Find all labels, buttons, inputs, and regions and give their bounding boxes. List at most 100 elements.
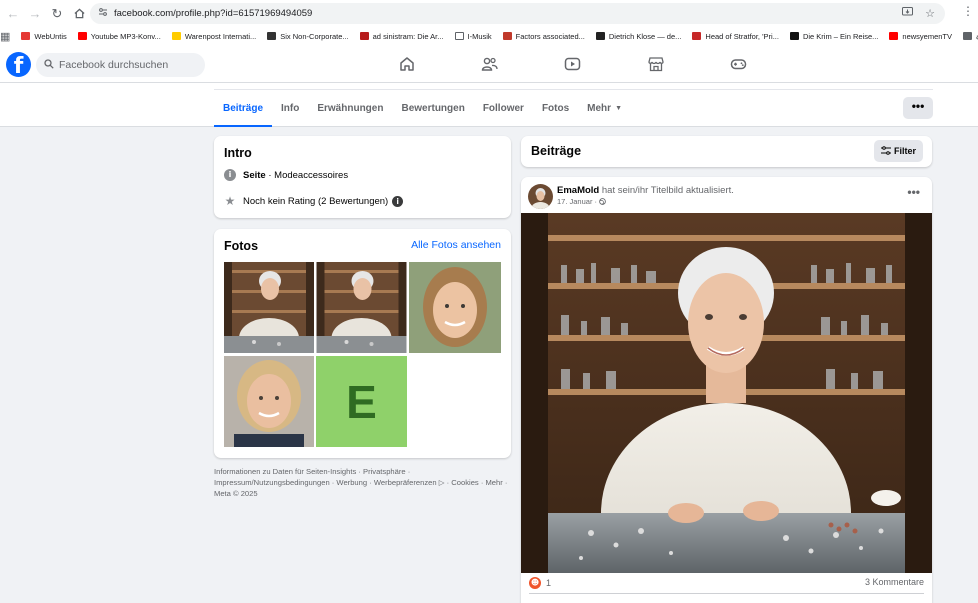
- post-date[interactable]: 17. Januar ·: [557, 197, 597, 206]
- photos-card: Fotos Alle Fotos ansehen E: [214, 229, 511, 458]
- filter-sliders-icon: [880, 145, 891, 157]
- bookmark-item[interactable]: Die Krim – Ein Reise...: [789, 32, 878, 41]
- avatar-image: [528, 184, 553, 209]
- post-cover-image[interactable]: [521, 213, 932, 573]
- bookmark-favicon-icon: [77, 32, 87, 40]
- search-icon: [44, 58, 54, 72]
- tab-beitr-ge[interactable]: Beiträge: [214, 90, 273, 127]
- bookmark-label: newsyemenTV: [902, 31, 953, 41]
- tab-label: Follower: [482, 102, 524, 114]
- main-navigation: [365, 45, 780, 83]
- page-footer-links[interactable]: Informationen zu Daten für Seiten-Insigh…: [214, 466, 509, 499]
- bookmark-favicon-icon: [789, 32, 799, 40]
- filter-label: Filter: [893, 146, 916, 156]
- apps-grid-icon[interactable]: ▦: [0, 30, 10, 43]
- post-options-button[interactable]: •••: [907, 185, 920, 199]
- search-box[interactable]: [36, 53, 205, 77]
- bookmark-label: Six Non-Corporate...: [280, 31, 349, 41]
- tab-label: Erwähnungen: [317, 102, 384, 114]
- tab-follower[interactable]: Follower: [474, 90, 533, 126]
- site-info-icon[interactable]: [98, 7, 108, 20]
- photo-thumbnail[interactable]: [224, 356, 314, 447]
- bookmark-favicon-icon: [454, 32, 464, 40]
- rating-info-icon[interactable]: i: [392, 195, 404, 207]
- facebook-header: f: [0, 45, 978, 83]
- tab-mehr[interactable]: Mehr ▼: [578, 90, 631, 126]
- caret-down-icon: ▼: [615, 104, 622, 112]
- filter-button[interactable]: Filter: [874, 140, 923, 162]
- bookmark-item[interactable]: Head of Stratfor, 'Pri...: [692, 32, 779, 41]
- nav-home[interactable]: [365, 45, 448, 83]
- intro-rating-text[interactable]: Noch kein Rating (2 Bewertungen): [243, 196, 388, 207]
- bookmark-label: ad sinistram: Die Ar...: [372, 31, 444, 41]
- photo-letter-tile[interactable]: E: [316, 356, 407, 447]
- nav-friends[interactable]: [448, 45, 531, 83]
- photos-title: Fotos: [224, 239, 259, 253]
- angry-reaction-icon: ☻: [529, 577, 541, 589]
- bookmark-favicon-icon: [267, 32, 277, 40]
- bookmark-item[interactable]: Warenpost Internati...: [171, 32, 256, 41]
- see-all-photos-link[interactable]: Alle Fotos ansehen: [411, 239, 501, 251]
- tab-label: Fotos: [541, 102, 570, 114]
- install-app-icon[interactable]: [902, 7, 914, 20]
- bookmark-label: Head of Stratfor, 'Pri...: [705, 31, 779, 41]
- tab-bewertungen[interactable]: Bewertungen: [392, 90, 473, 126]
- facebook-logo-icon[interactable]: f: [6, 52, 31, 77]
- tab-fotos[interactable]: Fotos: [533, 90, 578, 126]
- comments-count-link[interactable]: 3 Kommentare: [865, 577, 924, 587]
- info-icon: i: [224, 169, 236, 181]
- bookmark-favicon-icon: [889, 32, 899, 40]
- photo-thumbnail[interactable]: [316, 262, 407, 353]
- bookmark-item[interactable]: Six Non-Corporate...: [267, 31, 349, 41]
- avatar[interactable]: [528, 184, 553, 209]
- home-icon: [399, 57, 414, 71]
- nav-marketplace[interactable]: [614, 45, 697, 83]
- browser-toolbar: ← → ↻ facebook.com/profile.php?id=615719…: [0, 0, 978, 27]
- bookmark-star-icon[interactable]: ☆: [925, 7, 935, 20]
- forward-icon[interactable]: →: [24, 3, 46, 25]
- bookmarks-bar: ▦ WebUntis Youtube MP3-Konv... Warenpost I…: [0, 27, 978, 45]
- browser-menu-icon[interactable]: ⋮: [958, 4, 978, 18]
- back-icon[interactable]: ←: [2, 3, 24, 25]
- bookmark-favicon-icon: [359, 32, 369, 40]
- bookmark-label: Factors associated...: [515, 31, 585, 41]
- video-icon: [564, 57, 581, 71]
- tab-label: Info: [281, 102, 300, 114]
- post-action-text: hat sein/ihr Titelbild aktualisiert.: [599, 185, 734, 196]
- reload-icon[interactable]: ↻: [46, 3, 68, 25]
- profile-more-button[interactable]: •••: [903, 97, 933, 119]
- search-input[interactable]: [59, 59, 189, 71]
- friends-icon: [481, 57, 498, 71]
- url-text[interactable]: facebook.com/profile.php?id=615719694940…: [114, 8, 312, 19]
- nav-gaming[interactable]: [697, 45, 780, 83]
- bookmark-item[interactable]: ad sinistram: Die Ar...: [359, 31, 444, 41]
- tab-label: Bewertungen: [401, 102, 465, 114]
- bookmark-favicon-icon: [21, 32, 31, 40]
- photo-thumbnail[interactable]: [224, 262, 314, 353]
- bookmark-item[interactable]: newsyemenTV: [889, 32, 952, 41]
- bookmark-label: Youtube MP3-Konv...: [90, 31, 161, 41]
- bookmark-favicon-icon: [692, 32, 702, 40]
- bookmark-favicon-icon: [171, 32, 181, 40]
- tab-info[interactable]: Info: [272, 90, 308, 126]
- address-bar[interactable]: facebook.com/profile.php?id=615719694940…: [90, 3, 945, 24]
- nav-video[interactable]: [531, 45, 614, 83]
- post-reactions[interactable]: ☻ 1: [529, 577, 551, 589]
- post-headline: EmaMold hat sein/ihr Titelbild aktualisi…: [557, 185, 734, 196]
- bookmark-item[interactable]: قناة: [963, 32, 978, 41]
- photo-jeweler-woman: [224, 262, 314, 353]
- bookmark-item[interactable]: Dietrich Klose — de...: [595, 32, 681, 41]
- bookmark-item[interactable]: Factors associated...: [502, 31, 585, 41]
- bookmark-item[interactable]: I-Musik: [454, 32, 492, 41]
- post-author-name[interactable]: EmaMold: [557, 185, 599, 196]
- intro-category-label: Seite: [243, 169, 266, 181]
- globe-icon: [599, 197, 606, 206]
- post-card: EmaMold hat sein/ihr Titelbild aktualisi…: [521, 177, 932, 603]
- tab-erw-hnungen[interactable]: Erwähnungen: [308, 90, 392, 126]
- home-browser-icon[interactable]: [68, 3, 90, 25]
- intro-category-value: · Modeaccessoires: [265, 169, 349, 181]
- marketplace-icon: [647, 57, 664, 72]
- bookmark-item[interactable]: WebUntis: [21, 32, 67, 41]
- photo-thumbnail[interactable]: [409, 262, 501, 353]
- bookmark-item[interactable]: Youtube MP3-Konv...: [77, 31, 161, 41]
